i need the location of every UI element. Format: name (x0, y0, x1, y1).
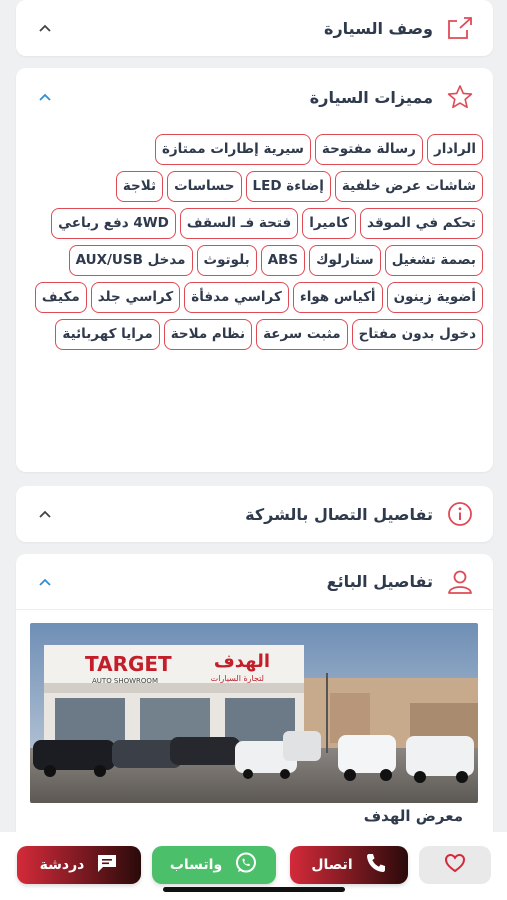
features-card: مميزات السيارة الرادار رسالة مفتوحة سيري… (16, 68, 493, 472)
chevron-up-icon[interactable] (38, 577, 52, 587)
feature-tag: أضوية زينون (386, 282, 483, 313)
feature-tag: كراسي مدفأة (184, 282, 289, 313)
home-indicator (163, 887, 345, 892)
feature-tag: 4WD دفع رباعي (51, 208, 176, 239)
feature-tag: إضاءة LED (245, 171, 331, 202)
phone-icon (365, 852, 387, 878)
contact-card: تفاصيل التصال بالشركة (16, 486, 493, 542)
heart-icon (444, 853, 466, 877)
favorite-button[interactable] (419, 846, 491, 884)
feature-tag: بصمة تشغيل (384, 245, 483, 276)
feature-tag: بلوتوث (196, 245, 257, 276)
star-icon (445, 82, 475, 112)
feature-tag: تحكم في الموقد (360, 208, 483, 239)
feature-tag: مثبت سرعة (256, 319, 348, 350)
showroom-photo[interactable]: TARGET AUTO SHOWROOM الهدف لتجارة السيار… (30, 623, 478, 803)
chevron-up-icon[interactable] (38, 23, 52, 33)
svg-text:لتجارة السيارات: لتجارة السيارات (211, 674, 264, 683)
info-icon (445, 499, 475, 529)
description-card: وصف السيارة (16, 0, 493, 56)
seller-header[interactable]: تفاصيل البائع (16, 554, 493, 610)
feature-tag: ثلاجة (115, 171, 164, 202)
svg-text:AUTO SHOWROOM: AUTO SHOWROOM (92, 677, 158, 685)
feature-tag: ABS (260, 245, 306, 276)
call-button[interactable]: اتصال (290, 846, 408, 884)
seller-card: تفاصيل البائع TARGET AUTO SHOWROOM الهدف… (16, 554, 493, 844)
description-header[interactable]: وصف السيارة (16, 0, 493, 56)
svg-text:الهدف: الهدف (214, 651, 270, 672)
feature-tag: سيرية إطارات ممتازة (154, 134, 311, 165)
chat-button[interactable]: دردشة (17, 846, 141, 884)
feature-tag: الرادار (426, 134, 483, 165)
features-title: مميزات السيارة (309, 87, 433, 107)
feature-tag: مكيف (34, 282, 87, 313)
feature-tag: ستارلوك (309, 245, 381, 276)
share-icon (445, 13, 475, 43)
features-list: الرادار رسالة مفتوحة سيرية إطارات ممتازة… (16, 126, 493, 364)
chevron-up-icon[interactable] (38, 92, 52, 102)
chat-label: دردشة (39, 857, 85, 873)
feature-tag: نظام ملاحة (163, 319, 253, 350)
feature-tag: شاشات عرض خلفية (334, 171, 483, 202)
feature-tag: كاميرا (302, 208, 357, 239)
feature-tag: رسالة مفتوحة (314, 134, 423, 165)
feature-tag: فتحة فـ السقف (179, 208, 299, 239)
feature-tag: دخول بدون مفتاح (351, 319, 483, 350)
bottom-action-bar: دردشة واتساب اتصال (0, 832, 507, 900)
chat-icon (96, 853, 118, 877)
chevron-up-icon[interactable] (38, 509, 52, 519)
features-header[interactable]: مميزات السيارة (16, 68, 493, 126)
whatsapp-label: واتساب (169, 857, 223, 873)
whatsapp-button[interactable]: واتساب (152, 846, 276, 884)
feature-tag: مرايا كهربائية (55, 319, 160, 350)
seller-title: تفاصيل البائع (326, 572, 433, 591)
whatsapp-icon (234, 851, 258, 879)
showroom-sign-latin: TARGET (85, 652, 172, 676)
contact-title: تفاصيل التصال بالشركة (245, 504, 433, 524)
feature-tag: أكياس هواء (292, 282, 383, 313)
seller-name[interactable]: معرض الهدف (364, 807, 463, 825)
feature-tag: كراسي جلد (90, 282, 181, 313)
description-title: وصف السيارة (324, 18, 433, 38)
contact-header[interactable]: تفاصيل التصال بالشركة (16, 486, 493, 542)
call-label: اتصال (311, 857, 353, 873)
feature-tag: حساسات (167, 171, 242, 202)
user-icon (445, 567, 475, 597)
feature-tag: مدخل AUX/USB (68, 245, 193, 276)
